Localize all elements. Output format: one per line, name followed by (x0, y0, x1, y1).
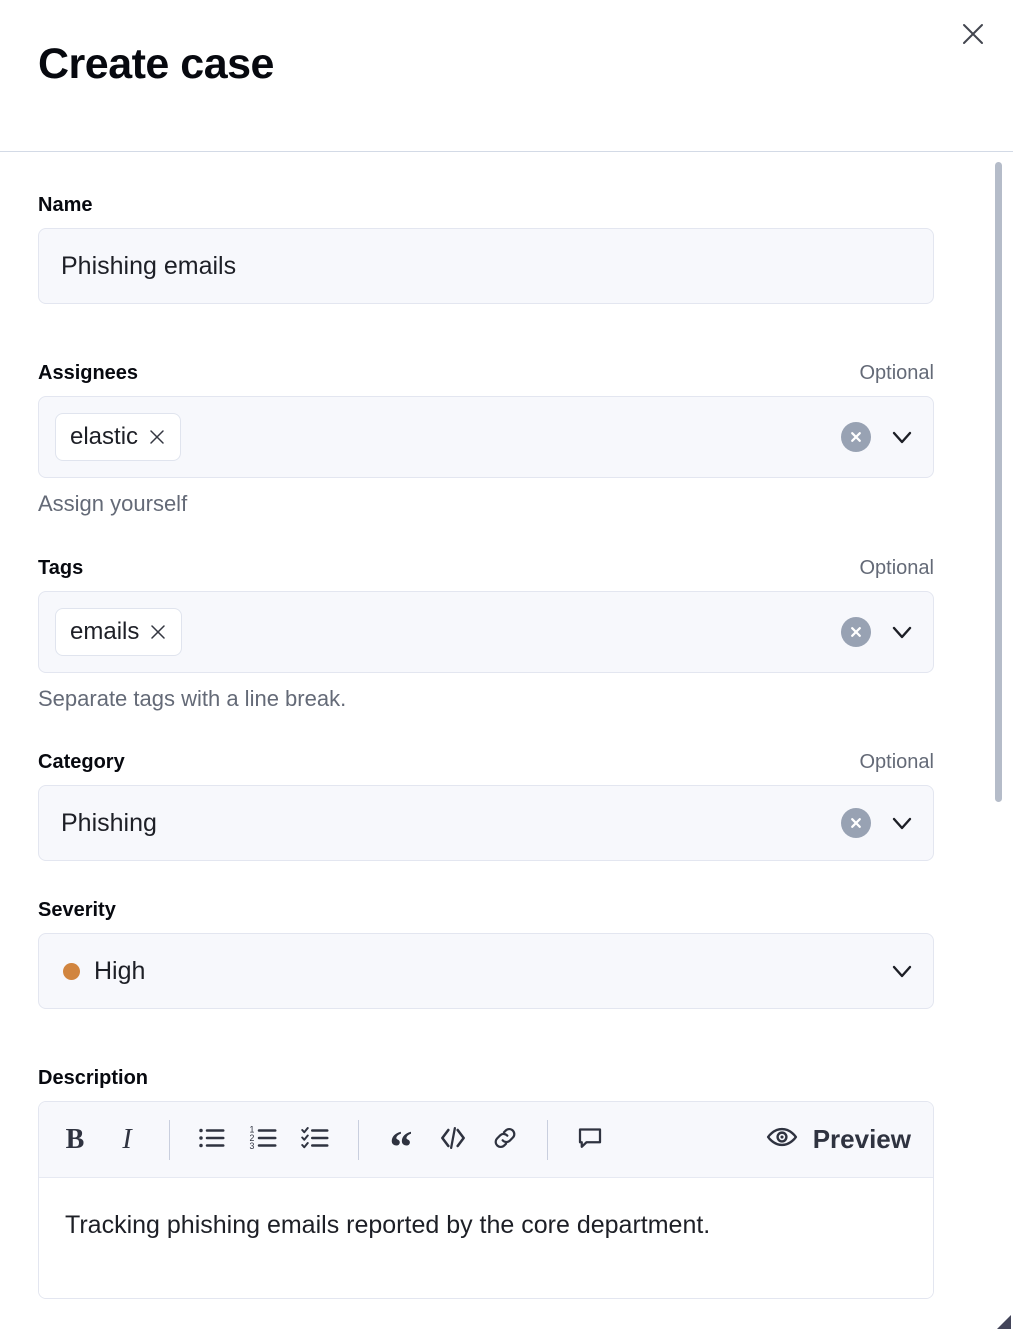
page-title: Create case (38, 40, 274, 89)
category-actions (841, 806, 919, 840)
assignees-label: Assignees (38, 360, 138, 386)
assignees-label-row: Assignees Optional (38, 360, 934, 386)
name-input[interactable]: Phishing emails (38, 228, 934, 304)
severity-label-row: Severity (38, 897, 934, 923)
quote-button[interactable]: “ (375, 1114, 427, 1166)
italic-button[interactable]: I (101, 1114, 153, 1166)
remove-tag-icon[interactable] (149, 623, 167, 641)
remove-assignee-icon[interactable] (148, 428, 166, 446)
code-button[interactable] (427, 1114, 479, 1166)
assignees-chevron-down-icon[interactable] (885, 420, 919, 454)
category-optional-text: Optional (860, 749, 935, 775)
spacer (38, 1009, 934, 1065)
close-icon (960, 21, 986, 47)
category-chevron-down-icon[interactable] (885, 806, 919, 840)
clear-category-button[interactable] (841, 808, 871, 838)
severity-actions (885, 954, 919, 988)
preview-toggle[interactable]: Preview (765, 1120, 919, 1159)
ordered-list-icon: 1 2 3 (249, 1123, 279, 1156)
link-icon (491, 1124, 519, 1155)
tag-pill[interactable]: emails (55, 608, 182, 656)
link-button[interactable] (479, 1114, 531, 1166)
description-label-row: Description (38, 1065, 934, 1091)
tags-optional-text: Optional (860, 555, 935, 581)
spacer (38, 861, 934, 897)
name-label: Name (38, 192, 92, 218)
assignee-pill-label: elastic (70, 423, 138, 451)
assignees-combobox[interactable]: elastic (38, 396, 934, 478)
tags-chevron-down-icon[interactable] (885, 615, 919, 649)
clear-tags-button[interactable] (841, 617, 871, 647)
tags-label: Tags (38, 555, 83, 581)
description-textarea[interactable]: Tracking phishing emails reported by the… (39, 1178, 933, 1298)
flyout-header: Create case (0, 0, 1013, 152)
spacer (38, 713, 934, 749)
scrollbar-thumb[interactable] (995, 162, 1002, 802)
assignee-pill[interactable]: elastic (55, 413, 181, 461)
description-label: Description (38, 1065, 148, 1091)
spacer (38, 519, 934, 555)
markdown-toolbar: B I 1 (39, 1102, 933, 1178)
ordered-list-button[interactable]: 1 2 3 (238, 1114, 290, 1166)
severity-select[interactable]: High (38, 933, 934, 1009)
bold-button[interactable]: B (49, 1114, 101, 1166)
category-label: Category (38, 749, 125, 775)
preview-label: Preview (813, 1124, 911, 1155)
close-button[interactable] (955, 16, 991, 52)
description-value: Tracking phishing emails reported by the… (65, 1211, 710, 1239)
field-severity: Severity High (38, 897, 934, 1009)
severity-color-dot (63, 963, 80, 980)
code-icon (437, 1122, 469, 1157)
tags-label-row: Tags Optional (38, 555, 934, 581)
resize-handle[interactable] (989, 1309, 1011, 1331)
unordered-list-button[interactable] (186, 1114, 238, 1166)
toolbar-divider (358, 1120, 359, 1160)
comment-icon (575, 1123, 605, 1156)
field-name: Name Phishing emails (38, 192, 934, 304)
tags-combobox[interactable]: emails (38, 591, 934, 673)
toolbar-divider (169, 1120, 170, 1160)
name-label-row: Name (38, 192, 934, 218)
assignees-optional-text: Optional (860, 360, 935, 386)
assign-yourself-link[interactable]: Assign yourself (38, 490, 934, 519)
checklist-icon (301, 1123, 331, 1156)
checklist-button[interactable] (290, 1114, 342, 1166)
spacer (38, 304, 934, 360)
severity-value: High (94, 957, 145, 986)
svg-text:3: 3 (250, 1141, 255, 1151)
markdown-editor: B I 1 (38, 1101, 934, 1299)
severity-chevron-down-icon[interactable] (885, 954, 919, 988)
category-combobox[interactable]: Phishing (38, 785, 934, 861)
category-value: Phishing (55, 809, 157, 838)
field-description: Description B I (38, 1065, 934, 1299)
category-label-row: Category Optional (38, 749, 934, 775)
field-tags: Tags Optional emails (38, 555, 934, 714)
unordered-list-icon (197, 1123, 227, 1156)
create-case-form: Name Phishing emails Assignees Optional … (0, 152, 1013, 1331)
clear-assignees-button[interactable] (841, 422, 871, 452)
tag-pill-label: emails (70, 618, 139, 646)
toolbar-divider (547, 1120, 548, 1160)
eye-icon (765, 1120, 799, 1159)
severity-label: Severity (38, 897, 116, 923)
assignees-actions (841, 420, 919, 454)
tags-help-text: Separate tags with a line break. (38, 685, 934, 714)
name-input-value: Phishing emails (61, 252, 236, 281)
tags-actions (841, 615, 919, 649)
field-assignees: Assignees Optional elastic (38, 360, 934, 519)
comment-button[interactable] (564, 1114, 616, 1166)
field-category: Category Optional Phishing (38, 749, 934, 861)
